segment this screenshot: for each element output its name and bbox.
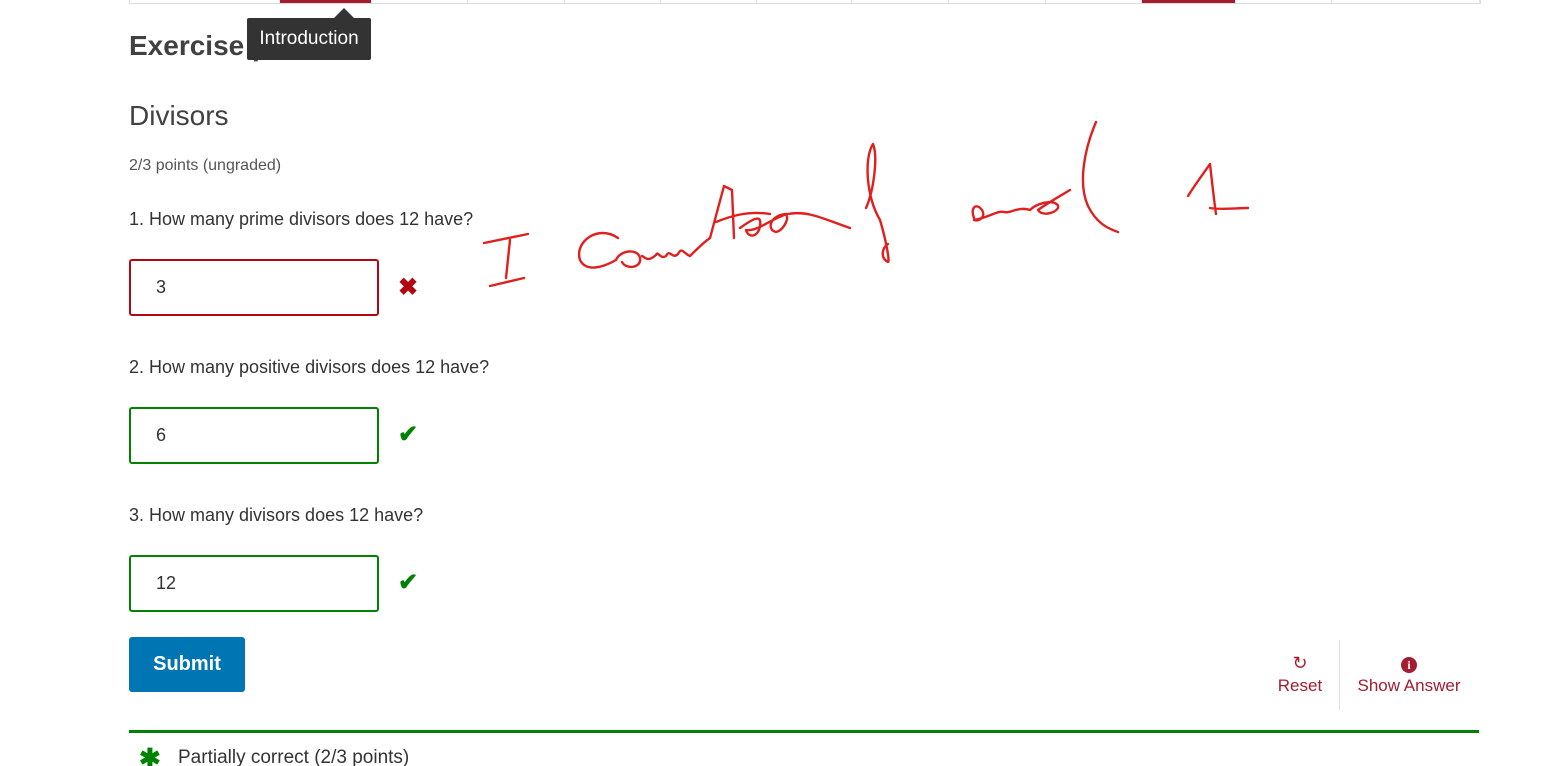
answer-input[interactable] (129, 555, 379, 612)
seq-tab[interactable] (372, 0, 468, 3)
seq-tab[interactable] (468, 0, 565, 3)
seq-tab[interactable] (1236, 0, 1332, 3)
seq-tab[interactable] (565, 0, 661, 3)
answer-input[interactable] (129, 259, 379, 316)
check-icon: ✔ (398, 569, 419, 596)
sequence-nav (129, 0, 1481, 4)
notification-bar: ✱ Partially correct (2/3 points) (129, 730, 1479, 766)
cross-icon: ✖ (398, 274, 419, 301)
question-prompt: 2. How many positive divisors does 12 ha… (129, 357, 490, 377)
reset-button[interactable]: ↻ Reset (1262, 652, 1338, 696)
seq-tab[interactable] (949, 0, 1046, 3)
handwritten-annotation (482, 120, 1250, 288)
question-prompt: 3. How many divisors does 12 have? (129, 505, 424, 525)
asterisk-icon: ✱ (139, 743, 161, 766)
notification-text: Partially correct (2/3 points) (178, 747, 410, 766)
submit-button[interactable]: Submit (129, 637, 245, 692)
seq-tab[interactable] (757, 0, 852, 3)
show-answer-button[interactable]: i Show Answer (1346, 652, 1472, 696)
seq-tab[interactable] (130, 0, 280, 3)
reset-label: Reset (1277, 676, 1323, 695)
page: Introduction Exercise | Divisors 2/3 poi… (0, 0, 1545, 766)
action-divider (1339, 640, 1340, 710)
answer-input[interactable] (129, 407, 379, 464)
seq-tab[interactable] (852, 0, 949, 3)
seq-tab-active[interactable] (1142, 0, 1236, 3)
problem-points: 2/3 points (ungraded) (129, 157, 282, 174)
unit-title: Exercise | (129, 30, 260, 61)
check-icon: ✔ (398, 421, 419, 448)
seq-tab-active[interactable] (280, 0, 372, 3)
tooltip: Introduction (247, 18, 371, 60)
seq-tab[interactable] (661, 0, 757, 3)
question-prompt: 1. How many prime divisors does 12 have? (129, 209, 474, 229)
info-icon: i (1346, 652, 1472, 674)
seq-tab[interactable] (1332, 0, 1480, 3)
show-answer-label: Show Answer (1357, 676, 1461, 695)
problem-title: Divisors (129, 100, 229, 131)
seq-tab[interactable] (1046, 0, 1142, 3)
tooltip-arrow (334, 8, 354, 18)
refresh-icon: ↻ (1292, 653, 1308, 673)
